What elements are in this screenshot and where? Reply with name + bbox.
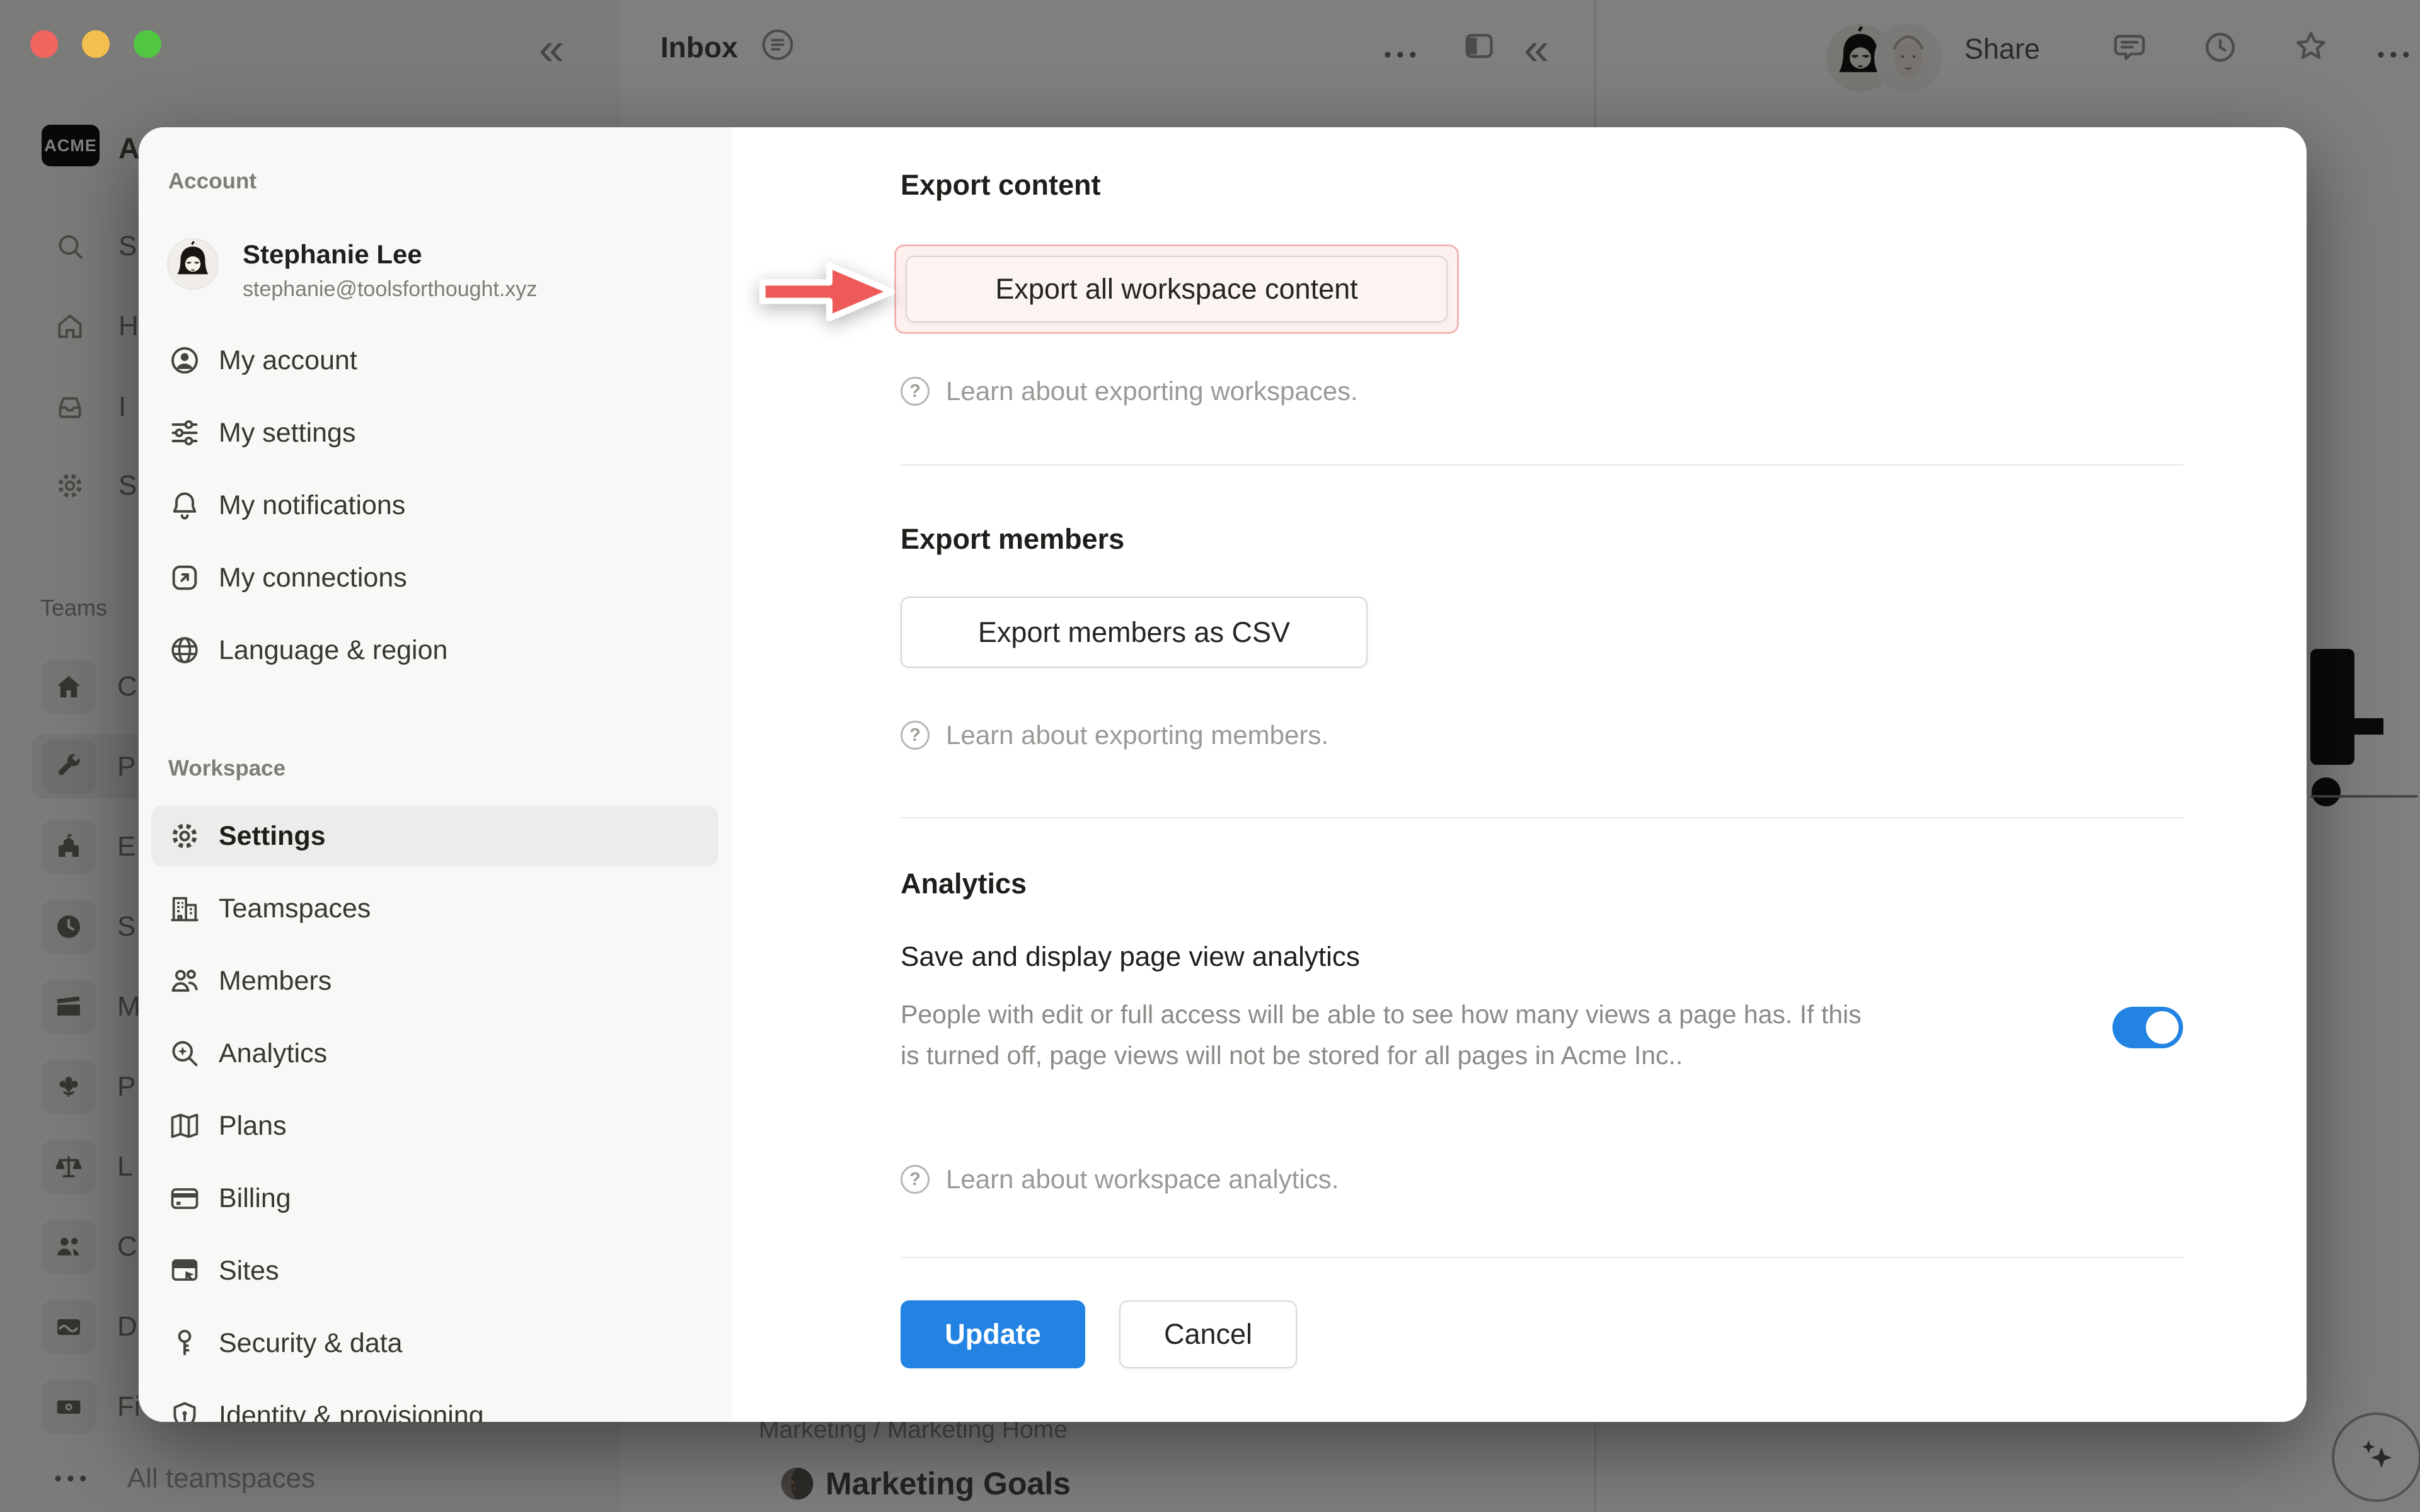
sidebar-item-settings[interactable]: Settings [151,806,718,866]
sidebar-item-label: Settings [219,821,326,852]
browser-icon [168,1254,201,1287]
profile-name: Stephanie Lee [243,239,537,270]
section-divider [901,817,2183,818]
sidebar-item-members[interactable]: Members [168,951,718,1011]
sidebar-item-label: Security & data [219,1328,403,1359]
sidebar-item-my-connections[interactable]: My connections [168,547,718,608]
profile-email: stephanie@toolsforthought.xyz [243,277,537,302]
close-window-button[interactable] [30,30,58,58]
sidebar-item-my-account[interactable]: My account [168,330,718,391]
sidebar-item-label: Analytics [219,1038,327,1069]
help-link-row[interactable]: ? Learn about workspace analytics. [901,1159,1339,1200]
sidebar-item-plans[interactable]: Plans [168,1096,718,1156]
screen: « Inbox ••• « Share ••• ACME A S H I S T… [0,0,2420,1512]
export-all-workspace-content-button[interactable]: Export all workspace content [906,256,1448,323]
card-icon [168,1182,201,1215]
avatar [168,239,217,289]
toggle-knob [2146,1011,2179,1044]
sidebar-item-identity-provisioning[interactable]: Identity & provisioning [168,1385,718,1422]
profile-row[interactable]: Stephanie Lee stephanie@toolsforthought.… [168,239,537,302]
help-link-label: Learn about exporting workspaces. [946,376,1358,406]
help-link-label: Learn about workspace analytics. [946,1164,1339,1194]
sidebar-item-security-data[interactable]: Security & data [168,1313,718,1373]
help-link-row[interactable]: ? Learn about exporting members. [901,714,1328,756]
cancel-button[interactable]: Cancel [1119,1300,1297,1368]
person-circle-icon [168,344,201,377]
shield-icon [168,1399,201,1422]
sidebar-item-my-notifications[interactable]: My notifications [168,475,718,536]
sidebar-item-label: My notifications [219,490,405,521]
sidebar-item-my-settings[interactable]: My settings [168,403,718,463]
map-icon [168,1109,201,1142]
workspace-section-header: Workspace [168,756,285,781]
sidebar-item-label: Sites [219,1256,279,1286]
page-view-analytics-title: Save and display page view analytics [901,941,1360,973]
annotation-highlight-box: Export all workspace content [894,244,1459,334]
settings-sidebar: Account Stephanie Lee stephanie@toolsfor… [139,127,732,1422]
members-icon [168,965,201,997]
update-button[interactable]: Update [901,1300,1085,1368]
zoom-window-button[interactable] [134,30,161,58]
sidebar-item-label: Language & region [219,635,447,666]
sidebar-item-teamspaces[interactable]: Teamspaces [168,878,718,939]
help-icon: ? [901,1165,930,1194]
globe-icon [168,634,201,667]
page-view-analytics-description: People with edit or full access will be … [901,994,1884,1076]
help-link-row[interactable]: ? Learn about exporting workspaces. [901,370,1358,412]
help-icon: ? [901,721,930,750]
analytics-heading: Analytics [901,868,1027,900]
arrow-box-icon [168,561,201,594]
sidebar-item-label: Plans [219,1111,287,1142]
sidebar-item-label: Billing [219,1183,291,1214]
export-members-heading: Export members [901,523,1124,556]
sidebar-item-analytics[interactable]: Analytics [168,1023,718,1084]
annotation-arrow [759,257,899,326]
settings-content: Export content Export all workspace cont… [732,127,2307,1422]
settings-dialog: Account Stephanie Lee stephanie@toolsfor… [139,127,2307,1422]
sidebar-item-billing[interactable]: Billing [168,1168,718,1228]
minimize-window-button[interactable] [82,30,110,58]
help-icon: ? [901,377,930,406]
sidebar-item-label: Members [219,966,331,997]
building-icon [168,892,201,925]
key-icon [168,1327,201,1360]
sidebar-item-label: My settings [219,418,355,449]
account-section-header: Account [168,169,256,194]
sidebar-item-label: Identity & provisioning [219,1400,484,1423]
sidebar-item-label: My connections [219,563,407,593]
section-divider [901,464,2183,466]
sliders-icon [168,416,201,449]
sidebar-item-sites[interactable]: Sites [168,1240,718,1301]
gear-icon [168,820,201,852]
section-divider [901,1257,2183,1258]
magnifier-icon [168,1037,201,1070]
page-view-analytics-toggle[interactable] [2112,1007,2183,1048]
window-controls [30,30,161,58]
sidebar-item-label: Teamspaces [219,893,371,924]
export-content-heading: Export content [901,169,1101,202]
sidebar-item-language-region[interactable]: Language & region [168,620,718,680]
sidebar-item-label: My account [219,345,357,376]
help-link-label: Learn about exporting members. [946,720,1328,750]
export-members-csv-button[interactable]: Export members as CSV [901,597,1368,668]
bell-icon [168,489,201,522]
